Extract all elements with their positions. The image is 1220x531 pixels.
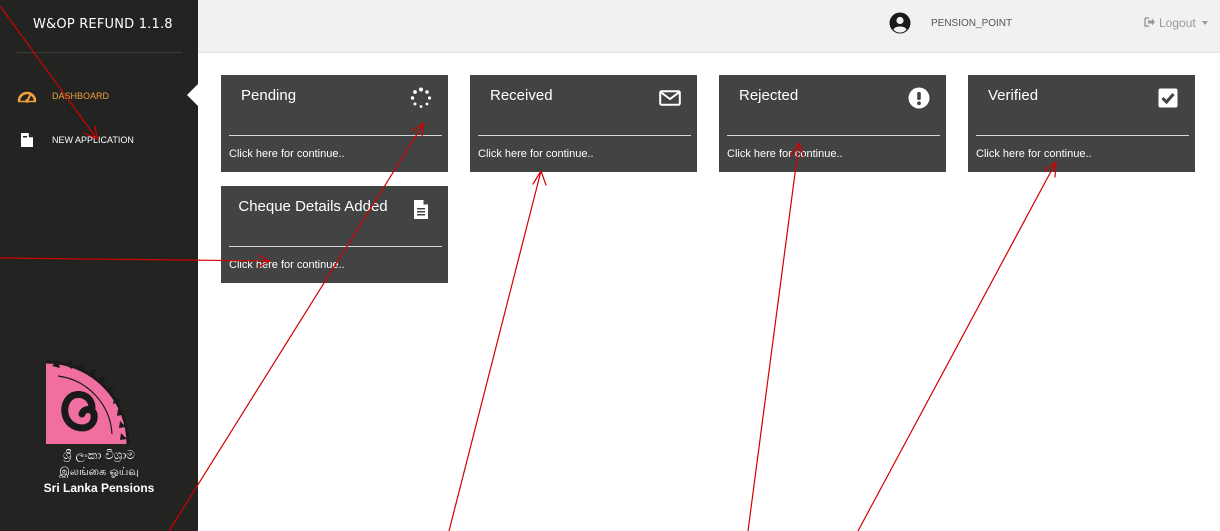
sidebar-item-new-application[interactable]: NEW APPLICATION [0, 125, 198, 155]
card-divider [478, 135, 691, 136]
card-title: Pending [241, 87, 297, 104]
sidebar-item-label: DASHBOARD [52, 91, 110, 101]
card-divider [976, 135, 1189, 136]
sidebar-divider [16, 52, 182, 53]
spinner-icon [410, 87, 432, 109]
card-footer-link[interactable]: Click here for continue.. [229, 148, 345, 160]
sidebar-item-label: NEW APPLICATION [52, 135, 134, 145]
logout-button[interactable]: Logout [1144, 16, 1208, 30]
logo-text-english: Sri Lanka Pensions [43, 481, 155, 495]
exclamation-icon [908, 87, 930, 109]
card-footer-link[interactable]: Click here for continue.. [478, 148, 594, 160]
card-divider [727, 135, 940, 136]
card-footer-link[interactable]: Click here for continue.. [229, 259, 345, 271]
user-name[interactable]: PENSION_POINT [931, 18, 1012, 29]
received-card[interactable]: Received Click here for continue.. [470, 75, 697, 172]
verified-card[interactable]: Verified Click here for continue.. [968, 75, 1195, 172]
sidebar-item-dashboard[interactable]: DASHBOARD [0, 81, 198, 111]
file-icon [410, 198, 432, 220]
checkbox-icon [1157, 87, 1179, 109]
user-avatar-icon[interactable] [889, 12, 911, 34]
document-icon [17, 130, 37, 150]
card-footer-link[interactable]: Click here for continue.. [976, 148, 1092, 160]
sidebar: W&OP REFUND 1.1.8 DASHBOARD NEW APPLICAT… [0, 0, 198, 531]
logo-text-sinhala: ශ්‍රී ලංකා විශ්‍රාම [63, 448, 135, 462]
rejected-card[interactable]: Rejected Click here for continue.. [719, 75, 946, 172]
sri-lanka-pensions-logo [30, 356, 170, 450]
logo-text-tamil: இலங்கை ஓய்வு [59, 465, 139, 478]
card-divider [229, 135, 442, 136]
card-title: Received [490, 87, 553, 104]
card-footer-link[interactable]: Click here for continue.. [727, 148, 843, 160]
card-title: Rejected [739, 87, 799, 104]
card-divider [229, 246, 442, 247]
envelope-icon [659, 87, 681, 109]
dashboard-icon [17, 86, 37, 106]
logout-label: Logout [1159, 16, 1196, 30]
active-indicator [187, 84, 198, 106]
app-title: W&OP REFUND 1.1.8 [33, 17, 173, 32]
pending-card[interactable]: Pending Click here for continue.. [221, 75, 448, 172]
sign-out-icon [1144, 16, 1156, 30]
card-title: Verified [988, 87, 1039, 104]
card-title: Cheque Details Added [238, 198, 388, 215]
cheque-details-card[interactable]: Cheque Details Added Click here for cont… [221, 186, 448, 283]
chevron-down-icon [1201, 21, 1208, 25]
top-bar [198, 0, 1220, 53]
